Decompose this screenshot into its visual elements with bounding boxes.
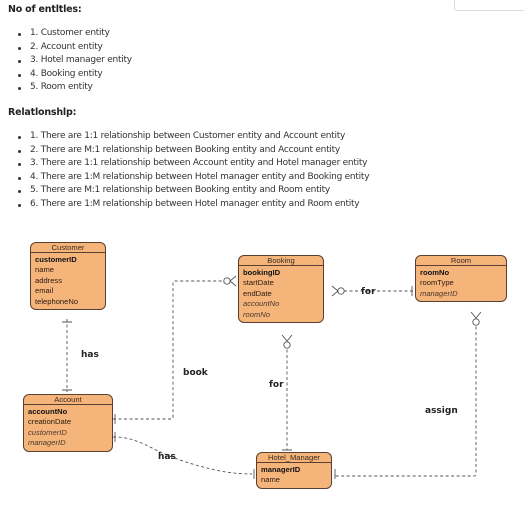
attribute: name	[35, 265, 54, 275]
connector-account-manager	[112, 436, 253, 475]
attribute: telephoneNo	[35, 296, 79, 306]
relationship-label-booking-room: for	[361, 287, 376, 297]
entity-account[interactable]: Account accountNo creationDate customerI…	[23, 394, 113, 452]
connector-room-manager	[333, 321, 477, 477]
relationship-label-manager-booking: for	[269, 380, 284, 390]
attribute-pk: roomNo	[420, 268, 450, 277]
entity-room[interactable]: Room roomNo roomType managerID	[415, 255, 507, 303]
entity-title: Customer	[31, 243, 105, 253]
crowfoot-mark	[470, 311, 482, 319]
zero-mark	[283, 341, 291, 349]
attribute-fk: managerID	[420, 288, 458, 298]
attribute: roomType	[420, 278, 454, 288]
attribute-pk: managerID	[261, 465, 301, 474]
entity-title: Account	[24, 395, 112, 405]
relationship-label-account-booking: book	[183, 368, 208, 378]
attribute: email	[35, 286, 54, 296]
entity-booking[interactable]: Booking bookingID startDate endDate acco…	[238, 255, 324, 324]
attribute: address	[35, 275, 63, 285]
attribute: startDate	[243, 278, 274, 288]
crowfoot-mark	[229, 275, 237, 287]
zero-mark	[337, 287, 345, 295]
zero-mark	[223, 277, 231, 285]
crowfoot-mark	[281, 334, 293, 342]
crowfoot-mark	[331, 285, 339, 297]
attribute-fk: managerID	[28, 438, 66, 448]
relationship-label-manager-room: assign	[425, 406, 458, 416]
entity-title: Hotel_Manager	[257, 453, 331, 463]
attribute-pk: bookingID	[243, 268, 281, 277]
attribute-fk: accountNo	[243, 299, 280, 309]
attribute-fk: roomNo	[243, 309, 271, 319]
zero-mark	[472, 318, 480, 326]
attribute: name	[261, 475, 280, 485]
attribute-pk: customerID	[35, 255, 77, 264]
entity-hotel-manager[interactable]: Hotel_Manager managerID name	[256, 452, 332, 489]
connector-account-booking	[113, 280, 223, 420]
relationship-label-customer-account: has	[81, 350, 99, 360]
entity-title: Booking	[239, 256, 323, 266]
entity-title: Room	[416, 256, 506, 266]
attribute: creationDate	[28, 417, 72, 427]
attribute-fk: customerID	[28, 427, 67, 437]
relationship-label-account-manager: has	[158, 452, 176, 462]
attribute-pk: accountNo	[28, 407, 68, 416]
attribute: endDate	[243, 288, 272, 298]
entity-customer[interactable]: Customer customerID name address email t…	[30, 242, 106, 311]
